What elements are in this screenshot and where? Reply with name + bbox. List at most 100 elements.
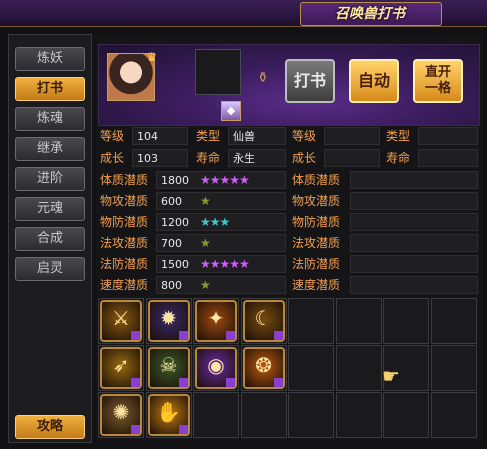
skill-glyph: ❂ bbox=[255, 353, 272, 377]
aptitude-value-right bbox=[350, 255, 478, 273]
aptitude-stars: ★★★★★ bbox=[200, 257, 250, 271]
skill-glyph: ✺ bbox=[112, 400, 130, 424]
aptitude-value: 600 bbox=[156, 192, 286, 210]
skill-glyph: ⚔ bbox=[112, 306, 130, 330]
skill-tier-badge bbox=[131, 331, 140, 340]
aptitude-row: 体质潜质 1800 ★★★★★ 体质潜质 bbox=[96, 170, 482, 190]
aptitude-value-right bbox=[350, 171, 478, 189]
nav-combine[interactable]: 合成 bbox=[15, 227, 85, 251]
skill-glyph: ☠ bbox=[159, 353, 178, 377]
skill-slot[interactable] bbox=[430, 298, 477, 344]
aptitude-label-right: 物防潜质 bbox=[292, 215, 341, 229]
skill-1-icon[interactable]: ⚔ bbox=[100, 300, 142, 342]
lifespan-value-right bbox=[418, 149, 478, 167]
skill-10-icon[interactable]: ✋ bbox=[147, 394, 190, 436]
aptitude-stars: ★★★★★ bbox=[200, 173, 250, 187]
skill-tier-badge bbox=[178, 331, 188, 340]
nav-inherit[interactable]: 继承 bbox=[15, 137, 85, 161]
skill-slot[interactable] bbox=[430, 345, 477, 391]
aptitude-label-right: 体质潜质 bbox=[292, 173, 341, 187]
main-panel: ♛ ◆ ⚱ 打书 自动 直开 一格 等级 104 类型 仙兽 等级 类型 成长 … bbox=[96, 34, 482, 441]
nav-refine-soul[interactable]: 炼魂 bbox=[15, 107, 85, 131]
nav-advance[interactable]: 进阶 bbox=[15, 167, 85, 191]
skill-6-icon[interactable]: ☠ bbox=[147, 347, 190, 389]
skill-slot[interactable] bbox=[335, 345, 382, 391]
skill-slot[interactable] bbox=[335, 392, 382, 438]
skill-slot[interactable] bbox=[430, 392, 477, 438]
aptitude-row: 法攻潜质 700 ★ 法攻潜质 bbox=[96, 233, 482, 253]
study-button[interactable]: 打书 bbox=[285, 59, 335, 103]
summon-book-window: 召唤兽打书 炼妖 打书 炼魂 继承 进阶 元魂 合成 启灵 攻略 ♛ ◆ ⚱ 打… bbox=[0, 0, 487, 449]
aptitude-value: 800 bbox=[156, 276, 286, 294]
skill-5-icon[interactable]: ➶ bbox=[100, 347, 142, 389]
skill-glyph: ✋ bbox=[156, 400, 181, 424]
auto-button[interactable]: 自动 bbox=[349, 59, 399, 103]
skill-slot[interactable] bbox=[335, 298, 382, 344]
skill-4-icon[interactable]: ☾ bbox=[242, 300, 285, 342]
nav-primal-soul[interactable]: 元魂 bbox=[15, 197, 85, 221]
aptitude-label-right: 法防潜质 bbox=[292, 257, 341, 271]
bag-icon: ⚱ bbox=[257, 70, 269, 86]
aptitude-label: 物攻潜质 bbox=[100, 194, 149, 208]
skill-glyph: ☾ bbox=[254, 306, 273, 330]
skill-slot[interactable] bbox=[383, 392, 429, 438]
crown-icon: ♛ bbox=[146, 50, 157, 64]
aptitude-stars: ★★★ bbox=[200, 215, 230, 229]
aptitude-label-right: 速度潜质 bbox=[292, 278, 341, 292]
skill-tier-badge bbox=[226, 331, 235, 340]
guide-button[interactable]: 攻略 bbox=[15, 415, 85, 439]
nav-study-book[interactable]: 打书 bbox=[15, 77, 85, 101]
gem-icon[interactable]: ◆ bbox=[221, 101, 241, 121]
level-label-right: 等级 bbox=[292, 129, 317, 143]
skill-tier-badge bbox=[273, 331, 283, 340]
aptitude-label: 法攻潜质 bbox=[100, 236, 149, 250]
type-value-right bbox=[418, 127, 478, 145]
skill-tier-badge bbox=[226, 378, 235, 387]
level-value-right bbox=[324, 127, 380, 145]
aptitude-stars: ★ bbox=[200, 236, 211, 250]
aptitude-value: 700 bbox=[156, 234, 286, 252]
skill-9-icon[interactable]: ✺ bbox=[100, 394, 142, 436]
type-value: 仙兽 bbox=[228, 127, 286, 145]
skill-7-icon[interactable]: ◉ bbox=[195, 347, 237, 389]
nav-awaken[interactable]: 启灵 bbox=[15, 257, 85, 281]
aptitude-label: 法防潜质 bbox=[100, 257, 149, 271]
aptitude-label: 速度潜质 bbox=[100, 278, 149, 292]
pet-banner: ♛ ◆ ⚱ 打书 自动 直开 一格 bbox=[98, 44, 480, 126]
skill-glyph: ◉ bbox=[207, 353, 225, 377]
aptitude-row: 法防潜质 1500 ★★★★★ 法防潜质 bbox=[96, 254, 482, 274]
open-slot-line1: 直开 bbox=[424, 65, 451, 80]
skill-tier-badge bbox=[131, 425, 140, 434]
skill-slot[interactable] bbox=[383, 298, 429, 344]
title-bar: 召唤兽打书 bbox=[0, 0, 487, 27]
skill-slot[interactable] bbox=[240, 392, 287, 438]
skill-3-icon[interactable]: ✦ bbox=[195, 300, 237, 342]
cursor-pointer-icon: ☛ bbox=[382, 364, 400, 388]
aptitude-value-right bbox=[350, 276, 478, 294]
growth-value-right bbox=[324, 149, 380, 167]
aptitude-label: 体质潜质 bbox=[100, 173, 149, 187]
nav-refine[interactable]: 炼妖 bbox=[15, 47, 85, 71]
pet-avatar[interactable]: ♛ bbox=[107, 50, 157, 101]
aptitude-value-right bbox=[350, 234, 478, 252]
aptitude-label-right: 法攻潜质 bbox=[292, 236, 341, 250]
skill-slot[interactable] bbox=[288, 392, 334, 438]
skill-slot[interactable] bbox=[288, 298, 334, 344]
aptitude-value-right bbox=[350, 192, 478, 210]
lifespan-label: 寿命 bbox=[196, 151, 221, 165]
skill-2-icon[interactable]: ✹ bbox=[147, 300, 190, 342]
type-label: 类型 bbox=[196, 129, 221, 143]
skill-8-icon[interactable]: ❂ bbox=[242, 347, 285, 389]
aptitude-row: 物攻潜质 600 ★ 物攻潜质 bbox=[96, 191, 482, 211]
skill-slot[interactable] bbox=[193, 392, 239, 438]
aptitude-label: 物防潜质 bbox=[100, 215, 149, 229]
skill-tier-badge bbox=[273, 378, 283, 387]
skill-grid: ⚔ ✹ ✦ ☾ ➶ ☠ ◉ ❂ ✺ ✋ bbox=[98, 298, 480, 440]
skill-tier-badge bbox=[178, 378, 188, 387]
book-slot[interactable] bbox=[195, 49, 241, 95]
type-label-right: 类型 bbox=[386, 129, 411, 143]
open-slot-button[interactable]: 直开 一格 bbox=[413, 59, 463, 103]
info-row: 等级 104 类型 仙兽 等级 类型 bbox=[96, 126, 482, 146]
skill-slot[interactable] bbox=[288, 345, 334, 391]
level-label: 等级 bbox=[100, 129, 125, 143]
